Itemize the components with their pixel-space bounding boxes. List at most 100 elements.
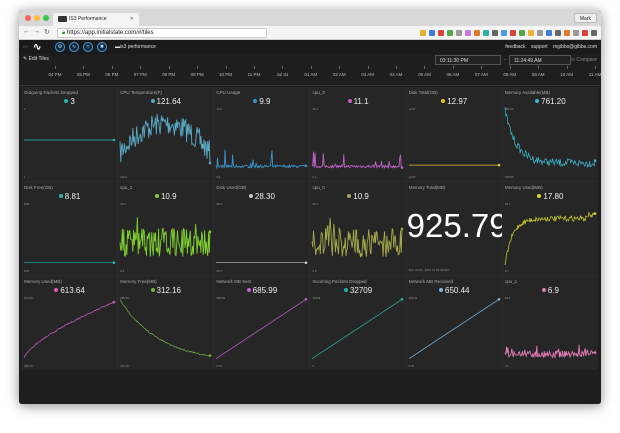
timeline-tick-mark — [140, 66, 142, 69]
sparkline-chart — [504, 106, 597, 169]
tile[interactable]: cpu_1 6.9 51.3 0.1 — [502, 276, 598, 370]
series-dot-icon — [253, 99, 258, 103]
tile[interactable]: CPU Temperature(F) 121.64 110.0 — [118, 87, 214, 181]
tile[interactable]: Disk Used(GB) 28.30 28.3 28.3 — [214, 181, 310, 276]
settings-icon[interactable]: ⚙ — [55, 42, 65, 52]
tile[interactable]: Memory Used(MB) 613.64 613.64 238.79 — [22, 276, 118, 370]
lock-icon: 🔒︎ — [62, 30, 66, 36]
tile-value-text: 9.9 — [259, 97, 271, 106]
extension-icon[interactable] — [456, 30, 462, 36]
tile-timestamp: Sun Jul 31, 2016 11:24:49 AM — [408, 268, 449, 273]
tile[interactable]: Memory Used(MB) 17.80 18.1 4.7 — [502, 181, 598, 276]
timeline-tick-label: 05 AM — [418, 72, 431, 77]
activity-icon[interactable]: ∿ — [69, 42, 79, 52]
sparkline-chart — [216, 261, 308, 264]
browser-tab[interactable]: IS3 Performance ✕ — [53, 13, 139, 26]
minimize-window-icon[interactable] — [34, 15, 40, 21]
extension-icon[interactable] — [465, 30, 471, 36]
account-link[interactable]: mgibbs@gibbs.com — [553, 44, 597, 50]
tile-value-text: 650.44 — [445, 286, 470, 296]
chart-icon[interactable]: ≈ — [83, 42, 93, 52]
tile[interactable]: Incoming Packets Dropped 32709 32709 0 — [310, 276, 406, 370]
start-time-field[interactable]: 03:11:30 PM — [435, 55, 501, 65]
tile[interactable]: Memory Total(MB) 925.79 Sun Jul 31, 2016 1… — [406, 181, 502, 276]
extension-icon[interactable] — [528, 30, 534, 36]
series-dot-icon — [441, 99, 446, 103]
feedback-link[interactable]: feedback — [505, 44, 525, 50]
tile[interactable]: cpu_0 10.9 60.3 0.8 — [310, 181, 406, 276]
extension-icon[interactable] — [483, 30, 489, 36]
reload-icon[interactable]: ↻ — [44, 28, 50, 36]
extension-icon[interactable] — [510, 30, 516, 36]
maximize-window-icon[interactable] — [43, 15, 49, 21]
timeline-tick-mark — [197, 66, 199, 69]
sparkline-line — [504, 345, 595, 360]
timeline-tick-label: 03 AM — [361, 72, 375, 77]
delete-icon[interactable]: ✖ — [97, 42, 107, 52]
tile[interactable]: Memory Free(MB) 312.16 485.60 312.16 — [118, 276, 214, 370]
compare-button[interactable]: ⊙ Compare — [571, 57, 597, 63]
extension-icon[interactable] — [492, 30, 498, 36]
profile-button[interactable]: Mark — [573, 13, 597, 23]
extension-icon[interactable] — [573, 30, 579, 36]
tile-value: 8.81 — [22, 192, 117, 201]
series-dot-icon — [58, 193, 63, 198]
extension-icon[interactable] — [429, 30, 435, 36]
extension-icon[interactable] — [555, 30, 561, 36]
tile-value: 121.64 — [118, 97, 213, 106]
tile[interactable]: Network MB Sent 685.99 685.99 0.03 — [214, 276, 310, 370]
close-window-icon[interactable] — [25, 15, 31, 21]
extension-icon[interactable] — [564, 30, 570, 36]
support-link[interactable]: support — [531, 44, 548, 50]
extension-icon[interactable] — [519, 30, 525, 36]
tile[interactable]: Disk Total(GB) 12.97 12.97 12.97 — [406, 87, 502, 181]
sparkline-chart — [408, 163, 500, 167]
tile[interactable]: CPU Usage 9.9 42.8 0.3 — [214, 87, 310, 181]
tile[interactable]: Network MB Received 650.44 650.44 0.03 — [406, 276, 502, 370]
tile-value-text: 121.64 — [156, 97, 181, 106]
empty-area — [19, 370, 601, 404]
end-time-field[interactable]: 11:24:49 AM — [509, 55, 571, 65]
tile-value: 17.80 — [503, 192, 598, 201]
tile[interactable]: Outgoing Packets Dropped 3 2 1 — [22, 87, 118, 181]
extension-icon[interactable] — [474, 30, 480, 36]
tile[interactable]: Disk Free(GB) 8.81 8.82 8.81 — [22, 181, 118, 276]
tile-value-text: 6.9 — [547, 286, 559, 296]
extension-icon[interactable] — [582, 30, 588, 36]
tile-title: cpu_3 — [312, 90, 325, 95]
extension-icon[interactable] — [501, 30, 507, 36]
control-bar: ✎ Edit Tiles 03:11:30 PM - 11:24:49 AM ⊙… — [19, 54, 601, 66]
timeline-tick-label: 05 PM — [76, 72, 90, 77]
tile[interactable]: Memory Available(MB) 761.20 951.93 748.69 — [502, 87, 598, 181]
tile[interactable]: cpu_3 11.1 56.3 0.1 — [310, 87, 406, 181]
tile-title: Memory Used(MB) — [504, 184, 543, 190]
tile-value-text: 312.16 — [156, 286, 181, 296]
timeline[interactable]: 04 PM 05 PM 06 PM 07 PM 08 PM 09 PM 10 PM 11 PM… — [19, 66, 601, 86]
tile-title: Incoming Packets Dropped — [312, 279, 367, 285]
timeline-tick-label: 10 PM — [219, 72, 233, 77]
edit-tiles-button[interactable]: ✎ Edit Tiles — [23, 56, 49, 62]
extension-icon[interactable] — [546, 30, 552, 36]
tile-value: 9.9 — [214, 97, 309, 106]
sparkline-line — [216, 299, 307, 360]
timeline-tick-label: 06 PM — [105, 72, 119, 77]
tile[interactable]: cpu_2 10.9 43.0 0.3 — [118, 181, 214, 276]
extension-icon[interactable] — [420, 30, 426, 36]
timeline-tick-label: 07 PM — [133, 72, 147, 77]
timeline-tick-label: 04 PM — [48, 72, 62, 77]
timeline-tick-label: 11 PM — [247, 72, 261, 77]
extension-icon[interactable] — [537, 30, 543, 36]
extension-icon[interactable] — [591, 30, 597, 36]
compare-label: Compare — [576, 57, 597, 63]
series-dot-icon — [150, 99, 155, 103]
extension-icon[interactable] — [438, 30, 444, 36]
bucket-name[interactable]: ▬is3 performance — [115, 44, 156, 50]
timeline-tick-label: 07 AM — [474, 72, 488, 77]
address-bar[interactable]: 🔒︎ https://app.initialstate.com/#/tiles — [57, 28, 267, 38]
sparkline-end-marker — [208, 354, 212, 358]
forward-icon[interactable]: → — [33, 28, 40, 35]
extension-icon[interactable] — [447, 30, 453, 36]
tab-close-icon[interactable]: ✕ — [130, 16, 134, 22]
timeline-tick-label: 01 AM — [304, 72, 318, 77]
back-icon[interactable]: ← — [23, 28, 30, 35]
